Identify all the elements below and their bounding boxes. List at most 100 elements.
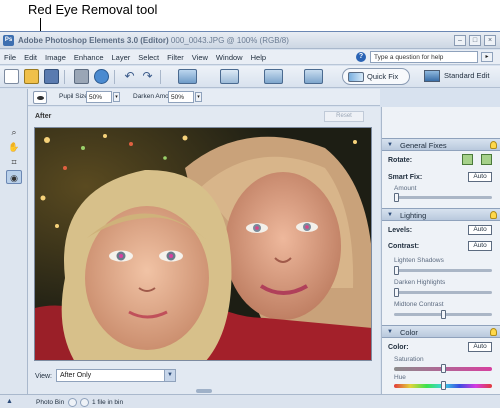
menu-enhance[interactable]: Enhance bbox=[74, 53, 104, 62]
rotate-right-icon[interactable] bbox=[481, 154, 492, 165]
app-title: Adobe Photoshop Elements 3.0 (Editor) bbox=[18, 36, 169, 45]
menu-select[interactable]: Select bbox=[138, 53, 159, 62]
chevron-down-icon[interactable]: ▼ bbox=[164, 370, 175, 381]
saturation-knob[interactable] bbox=[440, 364, 446, 373]
tip-bulb-icon[interactable] bbox=[490, 211, 497, 219]
midtone-contrast-label: Midtone Contrast bbox=[394, 301, 444, 308]
midtone-contrast-slider[interactable] bbox=[394, 310, 492, 319]
reset-button[interactable]: Reset bbox=[324, 111, 364, 122]
lighten-shadows-knob[interactable] bbox=[394, 266, 399, 275]
darken-highlights-slider[interactable] bbox=[394, 288, 492, 297]
menu-bar: File Edit Image Enhance Layer Select Fil… bbox=[0, 50, 500, 65]
toolbar-divider bbox=[160, 70, 161, 84]
darken-highlights-label: Darken Highlights bbox=[394, 279, 446, 286]
menu-help[interactable]: Help bbox=[251, 53, 266, 62]
darken-amount-field[interactable]: 50% bbox=[168, 91, 194, 103]
quick-fix-label: Quick Fix bbox=[367, 72, 399, 81]
save-icon[interactable] bbox=[44, 69, 59, 84]
undo-icon[interactable]: ↶ bbox=[122, 69, 137, 84]
color-auto-button[interactable]: Auto bbox=[468, 342, 492, 352]
lighting-header[interactable]: ▼ Lighting bbox=[382, 208, 500, 221]
app-icon: Ps bbox=[3, 35, 14, 46]
lighten-shadows-slider[interactable] bbox=[394, 266, 492, 275]
photoshop-elements-window: Ps Adobe Photoshop Elements 3.0 (Editor)… bbox=[0, 31, 500, 408]
shortcuts-bar: ↶ ↷ Quick Fix Standard Edit bbox=[0, 66, 500, 88]
window-controls: – □ × bbox=[454, 35, 496, 46]
menu-layer[interactable]: Layer bbox=[112, 53, 131, 62]
darken-amount-dropdown-icon[interactable]: ▾ bbox=[195, 92, 202, 102]
print-icon[interactable] bbox=[74, 69, 89, 84]
smart-fix-label: Smart Fix: bbox=[388, 174, 423, 181]
next-image-icon[interactable] bbox=[80, 398, 89, 407]
contrast-label: Contrast: bbox=[388, 243, 420, 250]
menu-image[interactable]: Image bbox=[45, 53, 66, 62]
online-services-icon[interactable] bbox=[94, 69, 109, 84]
amount-label: Amount bbox=[394, 185, 417, 192]
image-canvas-area: After Reset View: After Only ▼ bbox=[28, 107, 380, 394]
photo-browser-icon[interactable] bbox=[178, 69, 197, 84]
red-eye-removal-tool-icon[interactable]: ◉ bbox=[6, 170, 22, 184]
crop-tool-icon[interactable]: ⌗ bbox=[6, 155, 22, 169]
quick-fix-button[interactable]: Quick Fix bbox=[342, 68, 410, 85]
zoom-tool-icon[interactable]: ⌕ bbox=[6, 125, 22, 139]
menu-edit[interactable]: Edit bbox=[24, 53, 37, 62]
amount-slider[interactable] bbox=[394, 193, 492, 202]
view-label: View: bbox=[35, 373, 52, 380]
close-button[interactable]: × bbox=[484, 35, 496, 46]
standard-edit-button[interactable]: Standard Edit bbox=[420, 68, 496, 85]
contrast-auto-button[interactable]: Auto bbox=[468, 241, 492, 251]
palette-bin-icon[interactable] bbox=[304, 69, 323, 84]
hue-slider[interactable] bbox=[394, 381, 492, 390]
date-view-icon[interactable] bbox=[220, 69, 239, 84]
hue-knob[interactable] bbox=[440, 381, 446, 390]
window-title: Adobe Photoshop Elements 3.0 (Editor) 00… bbox=[18, 36, 289, 45]
menu-view[interactable]: View bbox=[192, 53, 208, 62]
collapse-triangle-icon: ▼ bbox=[387, 329, 393, 335]
help-icon[interactable]: ? bbox=[356, 52, 366, 62]
open-folder-icon[interactable] bbox=[24, 69, 39, 84]
help-go-button[interactable]: ▸ bbox=[481, 52, 493, 62]
tip-bulb-icon[interactable] bbox=[490, 328, 497, 336]
maximize-button[interactable]: □ bbox=[469, 35, 481, 46]
levels-auto-button[interactable]: Auto bbox=[468, 225, 492, 235]
lighten-shadows-label: Lighten Shadows bbox=[394, 257, 444, 264]
photo-bin-grip[interactable] bbox=[196, 389, 212, 393]
saturation-label: Saturation bbox=[394, 356, 424, 363]
menu-window[interactable]: Window bbox=[216, 53, 243, 62]
smart-fix-auto-button[interactable]: Auto bbox=[468, 172, 492, 182]
hand-tool-icon[interactable]: ✋ bbox=[6, 140, 22, 154]
help-search-input[interactable]: Type a question for help bbox=[370, 51, 478, 63]
previous-image-icon[interactable] bbox=[68, 398, 77, 407]
toolbox: ⌕ ✋ ⌗ ◉ bbox=[0, 89, 28, 394]
lighting-title: Lighting bbox=[400, 211, 427, 220]
photo-bin-toggle-icon[interactable]: ▲ bbox=[6, 398, 13, 405]
pupil-size-dropdown-icon[interactable]: ▾ bbox=[113, 92, 120, 102]
menu-filter[interactable]: Filter bbox=[167, 53, 184, 62]
tool-options-bar: Pupil Size: 50% ▾ Darken Amount: 50% ▾ bbox=[28, 89, 380, 106]
midtone-contrast-knob[interactable] bbox=[440, 310, 446, 319]
tip-bulb-icon[interactable] bbox=[490, 141, 497, 149]
color-title: Color bbox=[400, 328, 418, 337]
new-file-icon[interactable] bbox=[4, 69, 19, 84]
photo-bin-label: Photo Bin bbox=[36, 399, 65, 406]
levels-label: Levels: bbox=[388, 227, 413, 234]
pupil-size-field[interactable]: 50% bbox=[86, 91, 112, 103]
quick-fix-icon bbox=[348, 72, 364, 82]
create-icon[interactable] bbox=[264, 69, 283, 84]
toolbar-divider bbox=[114, 70, 115, 84]
saturation-slider[interactable] bbox=[394, 364, 492, 373]
darken-highlights-knob[interactable] bbox=[394, 288, 399, 297]
redo-icon[interactable]: ↷ bbox=[140, 69, 155, 84]
menu-file[interactable]: File bbox=[4, 53, 16, 62]
color-label: Color: bbox=[388, 344, 409, 351]
color-header[interactable]: ▼ Color bbox=[382, 325, 500, 338]
minimize-button[interactable]: – bbox=[454, 35, 466, 46]
rotate-left-icon[interactable] bbox=[462, 154, 473, 165]
amount-slider-knob[interactable] bbox=[394, 193, 399, 202]
general-fixes-header[interactable]: ▼ General Fixes bbox=[382, 138, 500, 151]
photo-canvas[interactable] bbox=[34, 127, 372, 361]
red-eye-tool-preset[interactable] bbox=[33, 91, 47, 104]
view-select[interactable]: After Only bbox=[56, 369, 176, 382]
standard-edit-label: Standard Edit bbox=[444, 71, 490, 80]
title-bar: Ps Adobe Photoshop Elements 3.0 (Editor)… bbox=[0, 32, 500, 49]
